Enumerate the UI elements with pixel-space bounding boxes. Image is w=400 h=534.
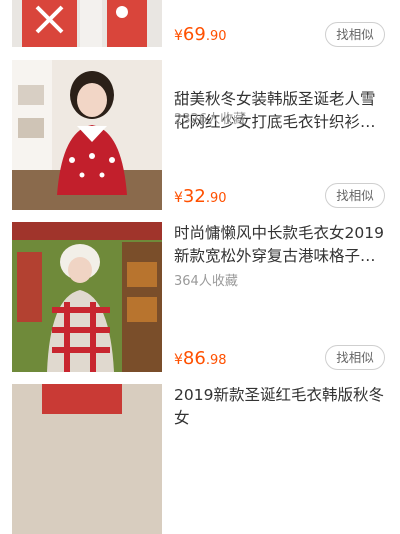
product-price: ¥32.90 [174, 186, 227, 207]
product-card[interactable]: ¥69.90 找相似 [0, 0, 400, 60]
favorites-count: 2326人收藏 [174, 112, 247, 127]
product-image[interactable] [12, 384, 162, 534]
favorites-count: 364人收藏 [174, 274, 238, 289]
find-similar-button[interactable]: 找相似 [325, 183, 385, 208]
product-card[interactable]: 2019新款圣诞红毛衣韩版秋冬女 [0, 384, 400, 534]
product-image[interactable] [12, 222, 162, 372]
find-similar-button[interactable]: 找相似 [325, 345, 385, 370]
product-price: ¥86.98 [174, 348, 227, 369]
product-card[interactable]: 时尚慵懒风中长款毛衣女2019新款宽松外穿复古港味格子圣诞… 364人收藏 ¥8… [0, 222, 400, 384]
product-image[interactable] [12, 60, 162, 210]
find-similar-button[interactable]: 找相似 [325, 22, 385, 47]
product-title[interactable]: 2019新款圣诞红毛衣韩版秋冬女 [174, 384, 388, 430]
product-price: ¥69.90 [174, 24, 227, 45]
product-image[interactable] [12, 0, 162, 47]
product-title[interactable]: 时尚慵懒风中长款毛衣女2019新款宽松外穿复古港味格子圣诞… [174, 222, 388, 268]
product-card[interactable]: 甜美秋冬女装韩版圣诞老人雪花网红少女打底毛衣针织衫套头… 2326人收藏 ¥32… [0, 60, 400, 222]
